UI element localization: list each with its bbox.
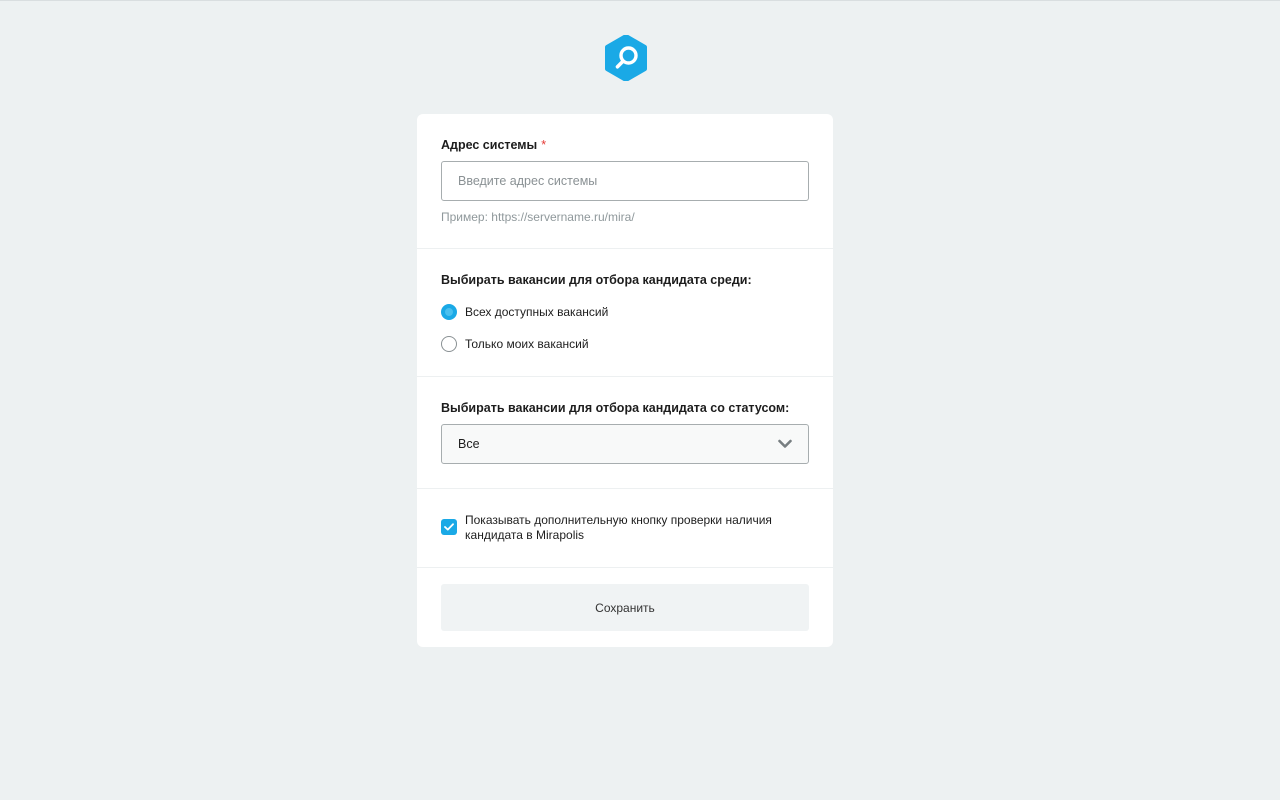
- extra-check-option[interactable]: Показывать дополнительную кнопку проверк…: [441, 513, 785, 543]
- required-mark: *: [541, 138, 547, 152]
- divider: [417, 567, 833, 568]
- system-address-input[interactable]: [441, 161, 809, 201]
- radio-my-vacancies-label: Только моих вакансий: [465, 337, 589, 351]
- vacancy-status-section: Выбирать вакансии для отбора кандидата с…: [417, 377, 833, 488]
- extra-check-section: Показывать дополнительную кнопку проверк…: [417, 489, 833, 567]
- radio-all-vacancies-label: Всех доступных вакансий: [465, 305, 609, 319]
- extra-check-label: Показывать дополнительную кнопку проверк…: [465, 513, 772, 542]
- save-button[interactable]: Сохранить: [441, 584, 809, 631]
- system-address-section: Адрес системы* Пример: https://servernam…: [417, 114, 833, 248]
- vacancy-scope-label: Выбирать вакансии для отбора кандидата с…: [441, 273, 752, 287]
- system-address-label: Адрес системы *: [441, 138, 547, 152]
- top-border: [0, 0, 1280, 1]
- radio-button-unchecked[interactable]: [441, 336, 457, 352]
- settings-card: Адрес системы* Пример: https://servernam…: [417, 114, 833, 647]
- vacancy-status-label: Выбирать вакансии для отбора кандидата с…: [441, 401, 790, 415]
- checkbox-checked[interactable]: [441, 519, 457, 535]
- vacancy-scope-section: Выбирать вакансии для отбора кандидата с…: [417, 249, 833, 376]
- vacancy-status-select[interactable]: Все: [441, 424, 809, 464]
- chevron-down-icon: [778, 439, 792, 448]
- search-icon: [605, 35, 647, 81]
- system-address-hint: Пример: https://servername.ru/mira/: [441, 210, 635, 224]
- radio-my-vacancies[interactable]: Только моих вакансий: [441, 335, 589, 353]
- radio-all-vacancies[interactable]: Всех доступных вакансий: [441, 303, 608, 321]
- radio-button-checked[interactable]: [441, 304, 457, 320]
- check-icon: [444, 523, 454, 531]
- vacancy-status-value: Все: [458, 437, 480, 451]
